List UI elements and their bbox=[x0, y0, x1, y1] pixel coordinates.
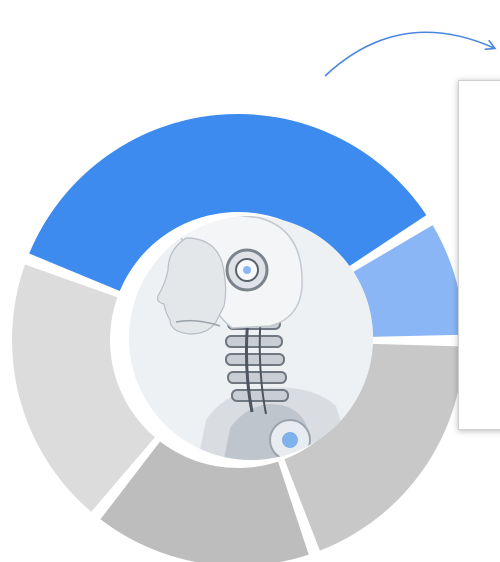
curved-arrow-icon bbox=[324, 31, 497, 77]
donut-diagram bbox=[11, 31, 497, 562]
donut-slice-5 bbox=[11, 264, 155, 512]
info-panel bbox=[458, 80, 500, 430]
